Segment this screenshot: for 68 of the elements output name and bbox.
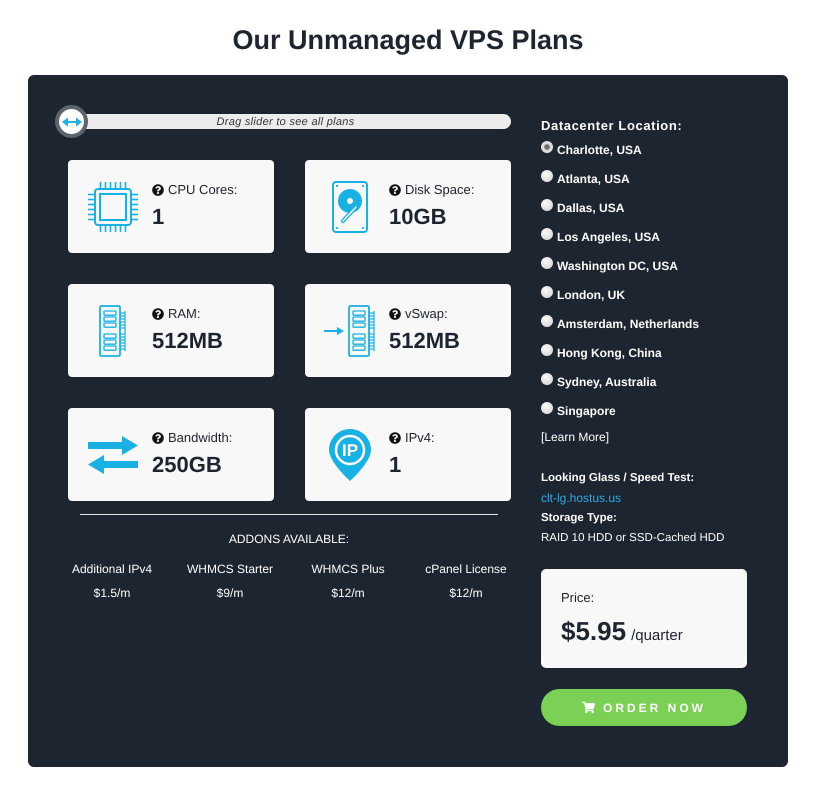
location-label[interactable]: Singapore (557, 404, 616, 418)
spec-value: 512MB (152, 327, 223, 355)
location-label[interactable]: Atlanta, USA (557, 172, 630, 186)
spec-label: IPv4: (405, 430, 435, 446)
double-arrow-icon (62, 116, 82, 126)
radio-button[interactable] (541, 140, 553, 152)
location-label[interactable]: Amsterdam, Netherlands (557, 316, 700, 330)
radio-button[interactable] (541, 372, 553, 384)
location-label[interactable]: Los Angeles, USA (557, 230, 660, 244)
location-label[interactable]: Hong Kong, China (557, 346, 662, 360)
location-pin-icon: IP (329, 428, 371, 480)
location-label[interactable]: Washington DC, USA (557, 258, 678, 272)
location-label[interactable]: Sydney, Australia (557, 374, 656, 388)
learn-more-link[interactable]: [Learn More] (541, 429, 610, 445)
spec-value: 1 (389, 451, 402, 479)
arrow-memory-icon (324, 304, 376, 356)
spec-value: 10GB (389, 203, 448, 231)
radio-button[interactable] (541, 314, 553, 326)
radio-button[interactable] (541, 256, 553, 268)
addon-name: Additional IPv4 (72, 561, 152, 577)
radio-button[interactable] (541, 286, 553, 298)
price-label: Price: (561, 590, 594, 606)
addon-price: $12/m (449, 585, 483, 601)
slider[interactable]: Drag slider to see all plans (55, 105, 511, 138)
addon-price: $1.5/m (94, 585, 130, 601)
addon-price: $12/m (331, 585, 365, 601)
spec-label: vSwap: (405, 306, 448, 322)
page-title: Our Unmanaged VPS Plans (231, 24, 585, 57)
memory-icon (99, 304, 127, 356)
spec-value: 512MB (389, 327, 460, 355)
help-icon[interactable] (389, 184, 401, 196)
help-icon[interactable] (389, 432, 401, 444)
cart-icon (582, 701, 595, 714)
location-label[interactable]: Dallas, USA (557, 200, 624, 214)
datacenter-heading: Datacenter Location: (541, 117, 684, 135)
spec-label: Disk Space: (405, 182, 474, 198)
addon-price: $9/m (216, 585, 244, 601)
spec-value: 1 (152, 203, 166, 231)
radio-button[interactable] (541, 198, 553, 210)
looking-glass-label: Looking Glass / Speed Test: (541, 471, 694, 486)
addon-name: cPanel License (425, 561, 507, 577)
slider-handle[interactable] (55, 105, 88, 138)
help-icon[interactable] (152, 432, 164, 444)
radio-button[interactable] (541, 228, 553, 240)
spec-label: RAM: (168, 306, 200, 322)
spec-value: 250GB (152, 451, 223, 479)
addon-name: WHMCS Plus (311, 561, 385, 577)
price-period: /quarter (631, 626, 683, 646)
help-icon[interactable] (152, 308, 164, 320)
spec-label: Bandwidth: (168, 430, 232, 446)
help-icon[interactable] (389, 308, 401, 320)
addons-heading: ADDONS AVAILABLE: (228, 531, 350, 547)
help-icon[interactable] (152, 184, 164, 196)
price-amount: $5.95 (561, 615, 626, 647)
radio-button[interactable] (541, 344, 553, 356)
hard-drive-icon (332, 180, 368, 232)
chip-icon (88, 182, 138, 232)
slider-hint: Drag slider to see all plans (216, 116, 355, 128)
location-label[interactable]: London, UK (557, 288, 625, 302)
radio-button[interactable] (541, 170, 553, 182)
addon-name: WHMCS Starter (186, 561, 273, 577)
storage-type-label: Storage Type: (541, 511, 617, 526)
location-label[interactable]: Charlotte, USA (557, 142, 642, 156)
spec-label: CPU Cores: (168, 182, 238, 198)
storage-type-value: RAID 10 HDD or SSD-Cached HDD (541, 531, 724, 546)
two-arrows-icon (88, 436, 138, 474)
looking-glass-link[interactable]: clt-lg.hostus.us (541, 488, 622, 508)
radio-button[interactable] (541, 402, 553, 414)
